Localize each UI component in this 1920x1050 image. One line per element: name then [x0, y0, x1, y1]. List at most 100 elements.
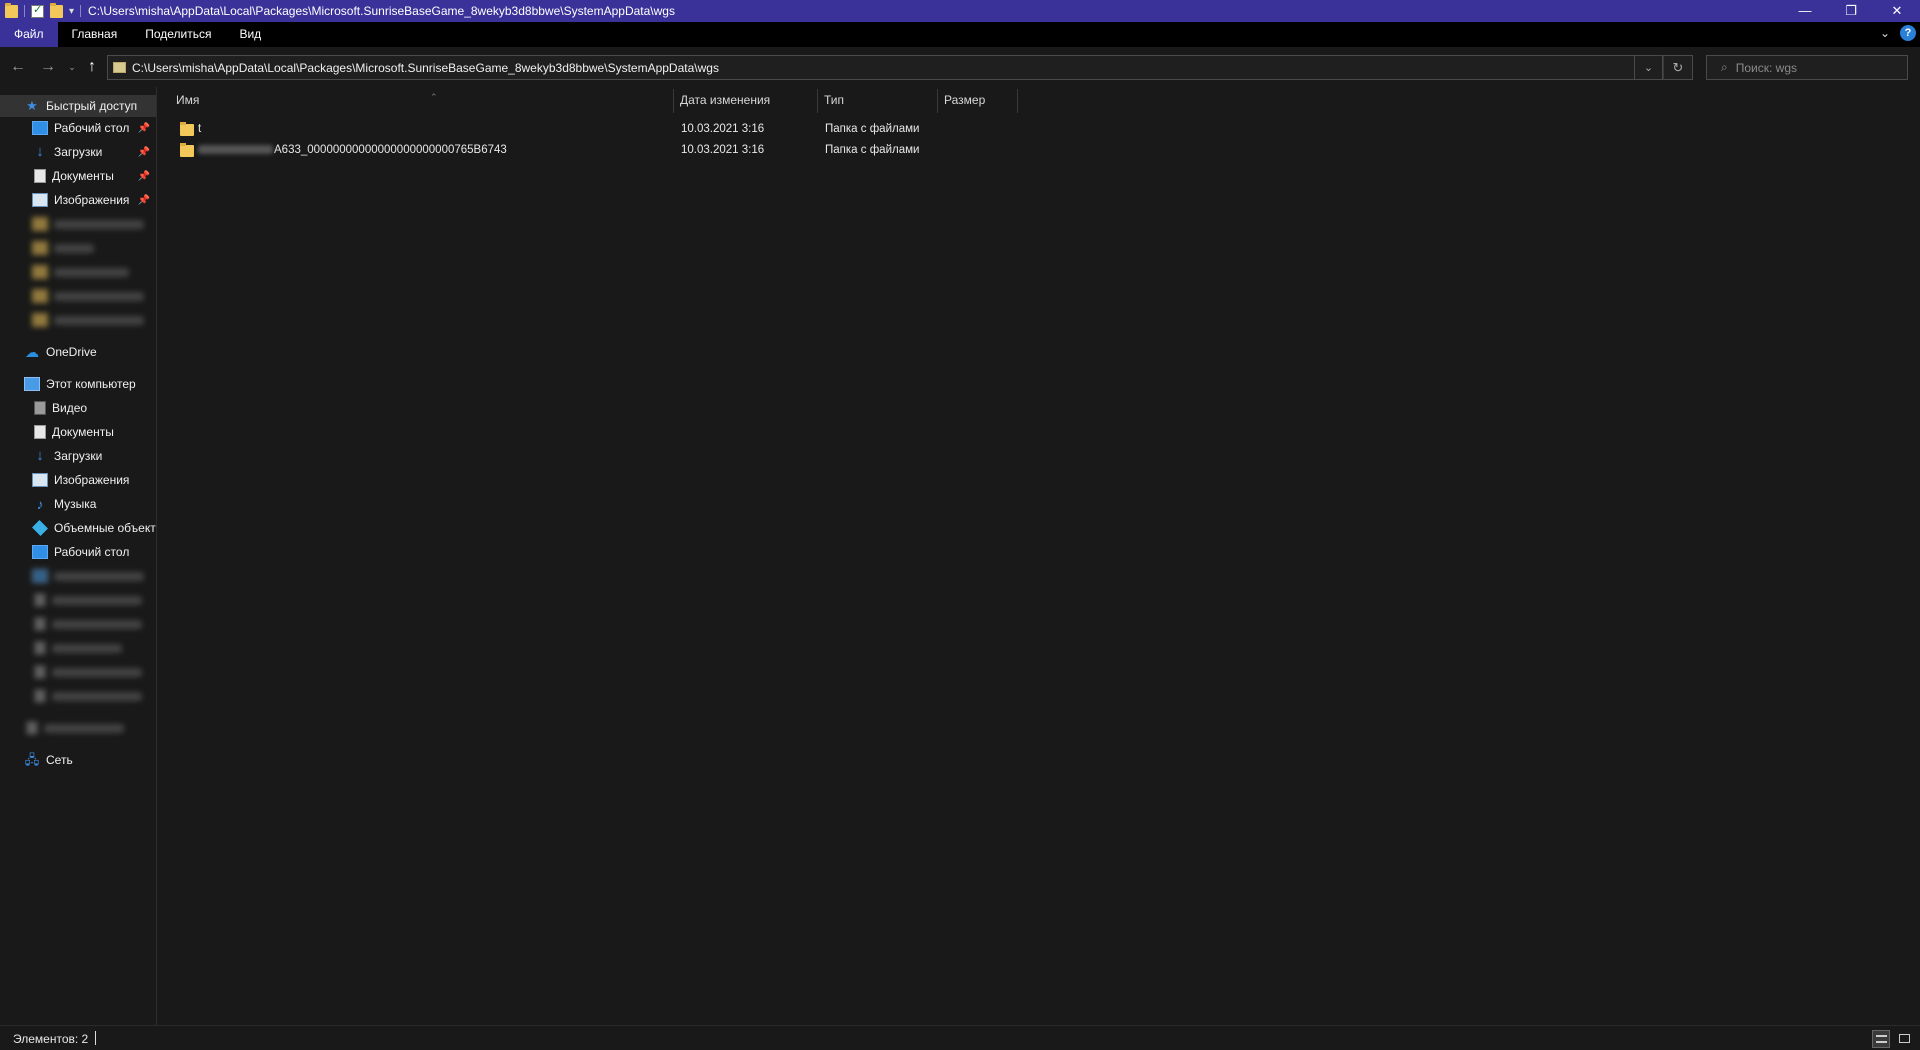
sidebar-item-redacted[interactable]: [0, 285, 156, 307]
sidebar-item-downloads[interactable]: ↓ Загрузки: [0, 445, 156, 467]
sidebar-item-desktop[interactable]: Рабочий стол: [0, 541, 156, 563]
toolbar-separator: [24, 5, 25, 17]
file-type: Папка с файлами: [825, 123, 920, 135]
redacted-label: [54, 243, 94, 253]
tab-home[interactable]: Главная: [58, 22, 132, 47]
sidebar-item-pictures[interactable]: Изображения 📌: [0, 189, 156, 211]
file-type: Папка с файлами: [825, 144, 920, 156]
sidebar-item-pictures[interactable]: Изображения: [0, 469, 156, 491]
file-name: t: [198, 123, 202, 135]
folder-icon: [32, 289, 48, 303]
details-view-button[interactable]: [1872, 1030, 1890, 1048]
redacted-label: [52, 643, 122, 653]
ribbon-right: ⌄ ?: [1880, 25, 1916, 41]
sidebar-item-redacted-drive[interactable]: [0, 637, 156, 659]
sidebar-item-redacted-drive[interactable]: [0, 661, 156, 683]
star-icon: ★: [26, 98, 38, 113]
redacted-label: [52, 691, 142, 701]
sidebar-item-this-pc[interactable]: Этот компьютер: [0, 373, 156, 395]
close-button[interactable]: ✕: [1874, 0, 1920, 22]
sidebar-item-redacted-drive[interactable]: [0, 565, 156, 587]
address-folder-icon: [113, 62, 126, 73]
minimize-button[interactable]: —: [1782, 0, 1828, 22]
search-icon: ⌕: [1721, 60, 1728, 74]
back-arrow-icon[interactable]: ←: [8, 57, 28, 77]
forward-arrow-icon[interactable]: →: [38, 57, 58, 77]
address-path[interactable]: C:\Users\misha\AppData\Local\Packages\Mi…: [132, 61, 719, 75]
toolbar-separator: [80, 5, 82, 17]
sidebar-item-redacted[interactable]: [0, 309, 156, 331]
status-separator: [95, 1031, 96, 1045]
search-box[interactable]: ⌕: [1706, 55, 1908, 80]
pin-icon[interactable]: 📌: [138, 195, 150, 206]
tab-file[interactable]: Файл: [0, 22, 58, 47]
file-name: A633_00000000000000000000000765B6743: [274, 144, 507, 156]
sidebar-item-redacted-drive[interactable]: [0, 613, 156, 635]
sidebar-item-redacted[interactable]: [0, 237, 156, 259]
folder-icon: [32, 313, 48, 327]
documents-icon: [34, 169, 46, 183]
column-header-type[interactable]: Тип: [818, 89, 938, 113]
file-date: 10.03.2021 3:16: [681, 144, 765, 156]
redacted-name-prefix: [198, 145, 273, 155]
sidebar-item-network[interactable]: 🖧 Сеть: [0, 749, 156, 771]
sidebar-item-documents[interactable]: Документы 📌: [0, 165, 156, 187]
redacted-label: [52, 595, 142, 605]
sort-chevron-icon: ⌃: [430, 92, 438, 102]
maximize-button[interactable]: ❐: [1828, 0, 1874, 22]
refresh-icon[interactable]: ↻: [1663, 55, 1693, 80]
column-header-name[interactable]: ⌃ Имя: [170, 89, 674, 113]
sidebar-item-redacted[interactable]: [0, 261, 156, 283]
column-header-size[interactable]: Размер: [938, 89, 1018, 113]
redacted-label: [54, 267, 129, 277]
sidebar-item-redacted-drive[interactable]: [0, 685, 156, 707]
sidebar-item-redacted[interactable]: [0, 213, 156, 235]
sidebar-item-3d-objects[interactable]: Объемные объекты: [0, 517, 156, 539]
customize-toolbar-icon[interactable]: ▾: [69, 6, 74, 17]
cloud-icon: ☁: [25, 344, 39, 360]
new-folder-icon[interactable]: [50, 2, 63, 18]
app-folder-icon[interactable]: [5, 2, 18, 18]
music-icon: ♪: [36, 496, 44, 512]
table-row[interactable]: A633_00000000000000000000000765B6743 10.…: [168, 141, 978, 161]
drive-icon: [34, 593, 46, 607]
status-bar: Элементов: 2: [0, 1025, 1920, 1050]
column-header-date[interactable]: Дата изменения: [674, 89, 818, 113]
properties-icon[interactable]: [31, 3, 44, 18]
sidebar-item-music[interactable]: ♪ Музыка: [0, 493, 156, 515]
redacted-label: [44, 723, 124, 733]
window-controls: — ❐ ✕: [1782, 0, 1920, 22]
recent-locations-icon[interactable]: ⌄: [62, 57, 82, 77]
sidebar-item-redacted-drive[interactable]: [0, 717, 156, 739]
large-icons-view-button[interactable]: [1896, 1030, 1914, 1048]
pin-icon[interactable]: 📌: [138, 171, 150, 182]
address-dropdown-icon[interactable]: ⌄: [1635, 55, 1663, 80]
redacted-label: [54, 315, 144, 325]
sidebar-item-onedrive[interactable]: ☁ OneDrive: [0, 341, 156, 363]
sidebar-item-desktop[interactable]: Рабочий стол 📌: [0, 117, 156, 139]
up-arrow-icon[interactable]: ↑: [82, 57, 102, 77]
sidebar-item-videos[interactable]: Видео: [0, 397, 156, 419]
folder-icon: [32, 217, 48, 231]
sidebar-item-redacted-drive[interactable]: [0, 589, 156, 611]
file-list: ⌃ Имя Дата изменения Тип Размер t 10.03.…: [158, 87, 1920, 1025]
sidebar-item-documents[interactable]: Документы: [0, 421, 156, 443]
download-icon: ↓: [36, 447, 44, 464]
search-input[interactable]: [1735, 60, 1896, 75]
help-icon[interactable]: ?: [1900, 25, 1916, 41]
details-view-icon: [1876, 1035, 1887, 1043]
ribbon-tabs: Файл Главная Поделиться Вид ⌄ ?: [0, 22, 1920, 47]
redacted-label: [54, 291, 144, 301]
pin-icon[interactable]: 📌: [138, 147, 150, 158]
expand-ribbon-icon[interactable]: ⌄: [1880, 26, 1890, 40]
pin-icon[interactable]: 📌: [138, 123, 150, 134]
sidebar-item-downloads[interactable]: ↓ Загрузки 📌: [0, 141, 156, 163]
tab-view[interactable]: Вид: [225, 22, 275, 47]
redacted-label: [54, 219, 144, 229]
address-bar[interactable]: C:\Users\misha\AppData\Local\Packages\Mi…: [107, 55, 1635, 80]
table-row[interactable]: t 10.03.2021 3:16 Папка с файлами: [168, 120, 978, 140]
file-date: 10.03.2021 3:16: [681, 123, 765, 135]
tab-share[interactable]: Поделиться: [131, 22, 225, 47]
folder-icon: [32, 241, 48, 255]
sidebar-item-quick-access[interactable]: ★ Быстрый доступ: [0, 95, 156, 117]
